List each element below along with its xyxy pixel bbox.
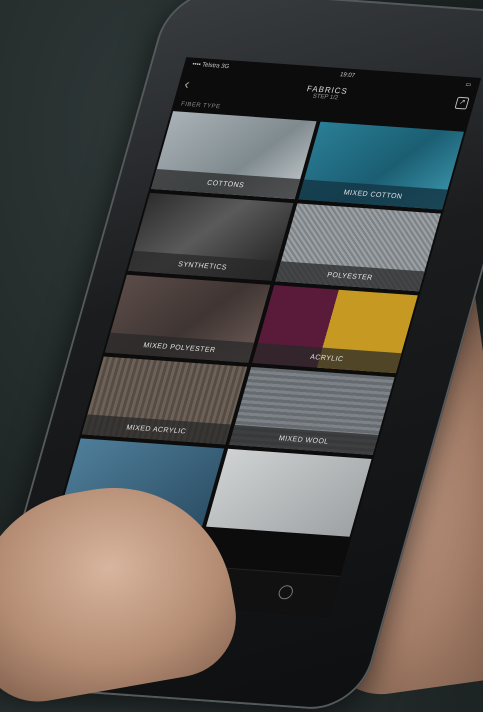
clock-label: 19:07 xyxy=(339,72,356,80)
fabric-tile-polyester[interactable]: POLYESTER xyxy=(275,203,441,292)
fabric-tile-synthetics[interactable]: SYNTHETICS xyxy=(127,192,294,281)
fabric-tile-mixed-cotton[interactable]: MIXED COTTON xyxy=(298,121,464,210)
fabric-tile-cottons[interactable]: COTTONS xyxy=(151,111,317,200)
fabric-tile-acrylic[interactable]: ACRYLIC xyxy=(252,285,418,374)
tab-settings[interactable] xyxy=(276,584,295,602)
fabric-tile-mixed-acrylic[interactable]: MIXED ACRYLIC xyxy=(81,356,248,445)
battery-icon: ▭ xyxy=(464,81,473,88)
fabric-tile-mixed-polyester[interactable]: MIXED POLYESTER xyxy=(104,274,271,363)
fabric-tile-mixed-wool[interactable]: MIXED WOOL xyxy=(229,366,395,455)
settings-icon xyxy=(276,584,295,600)
carrier-label: •••• Telstra 3G xyxy=(191,61,230,71)
fabric-tile-partial[interactable] xyxy=(206,448,372,537)
